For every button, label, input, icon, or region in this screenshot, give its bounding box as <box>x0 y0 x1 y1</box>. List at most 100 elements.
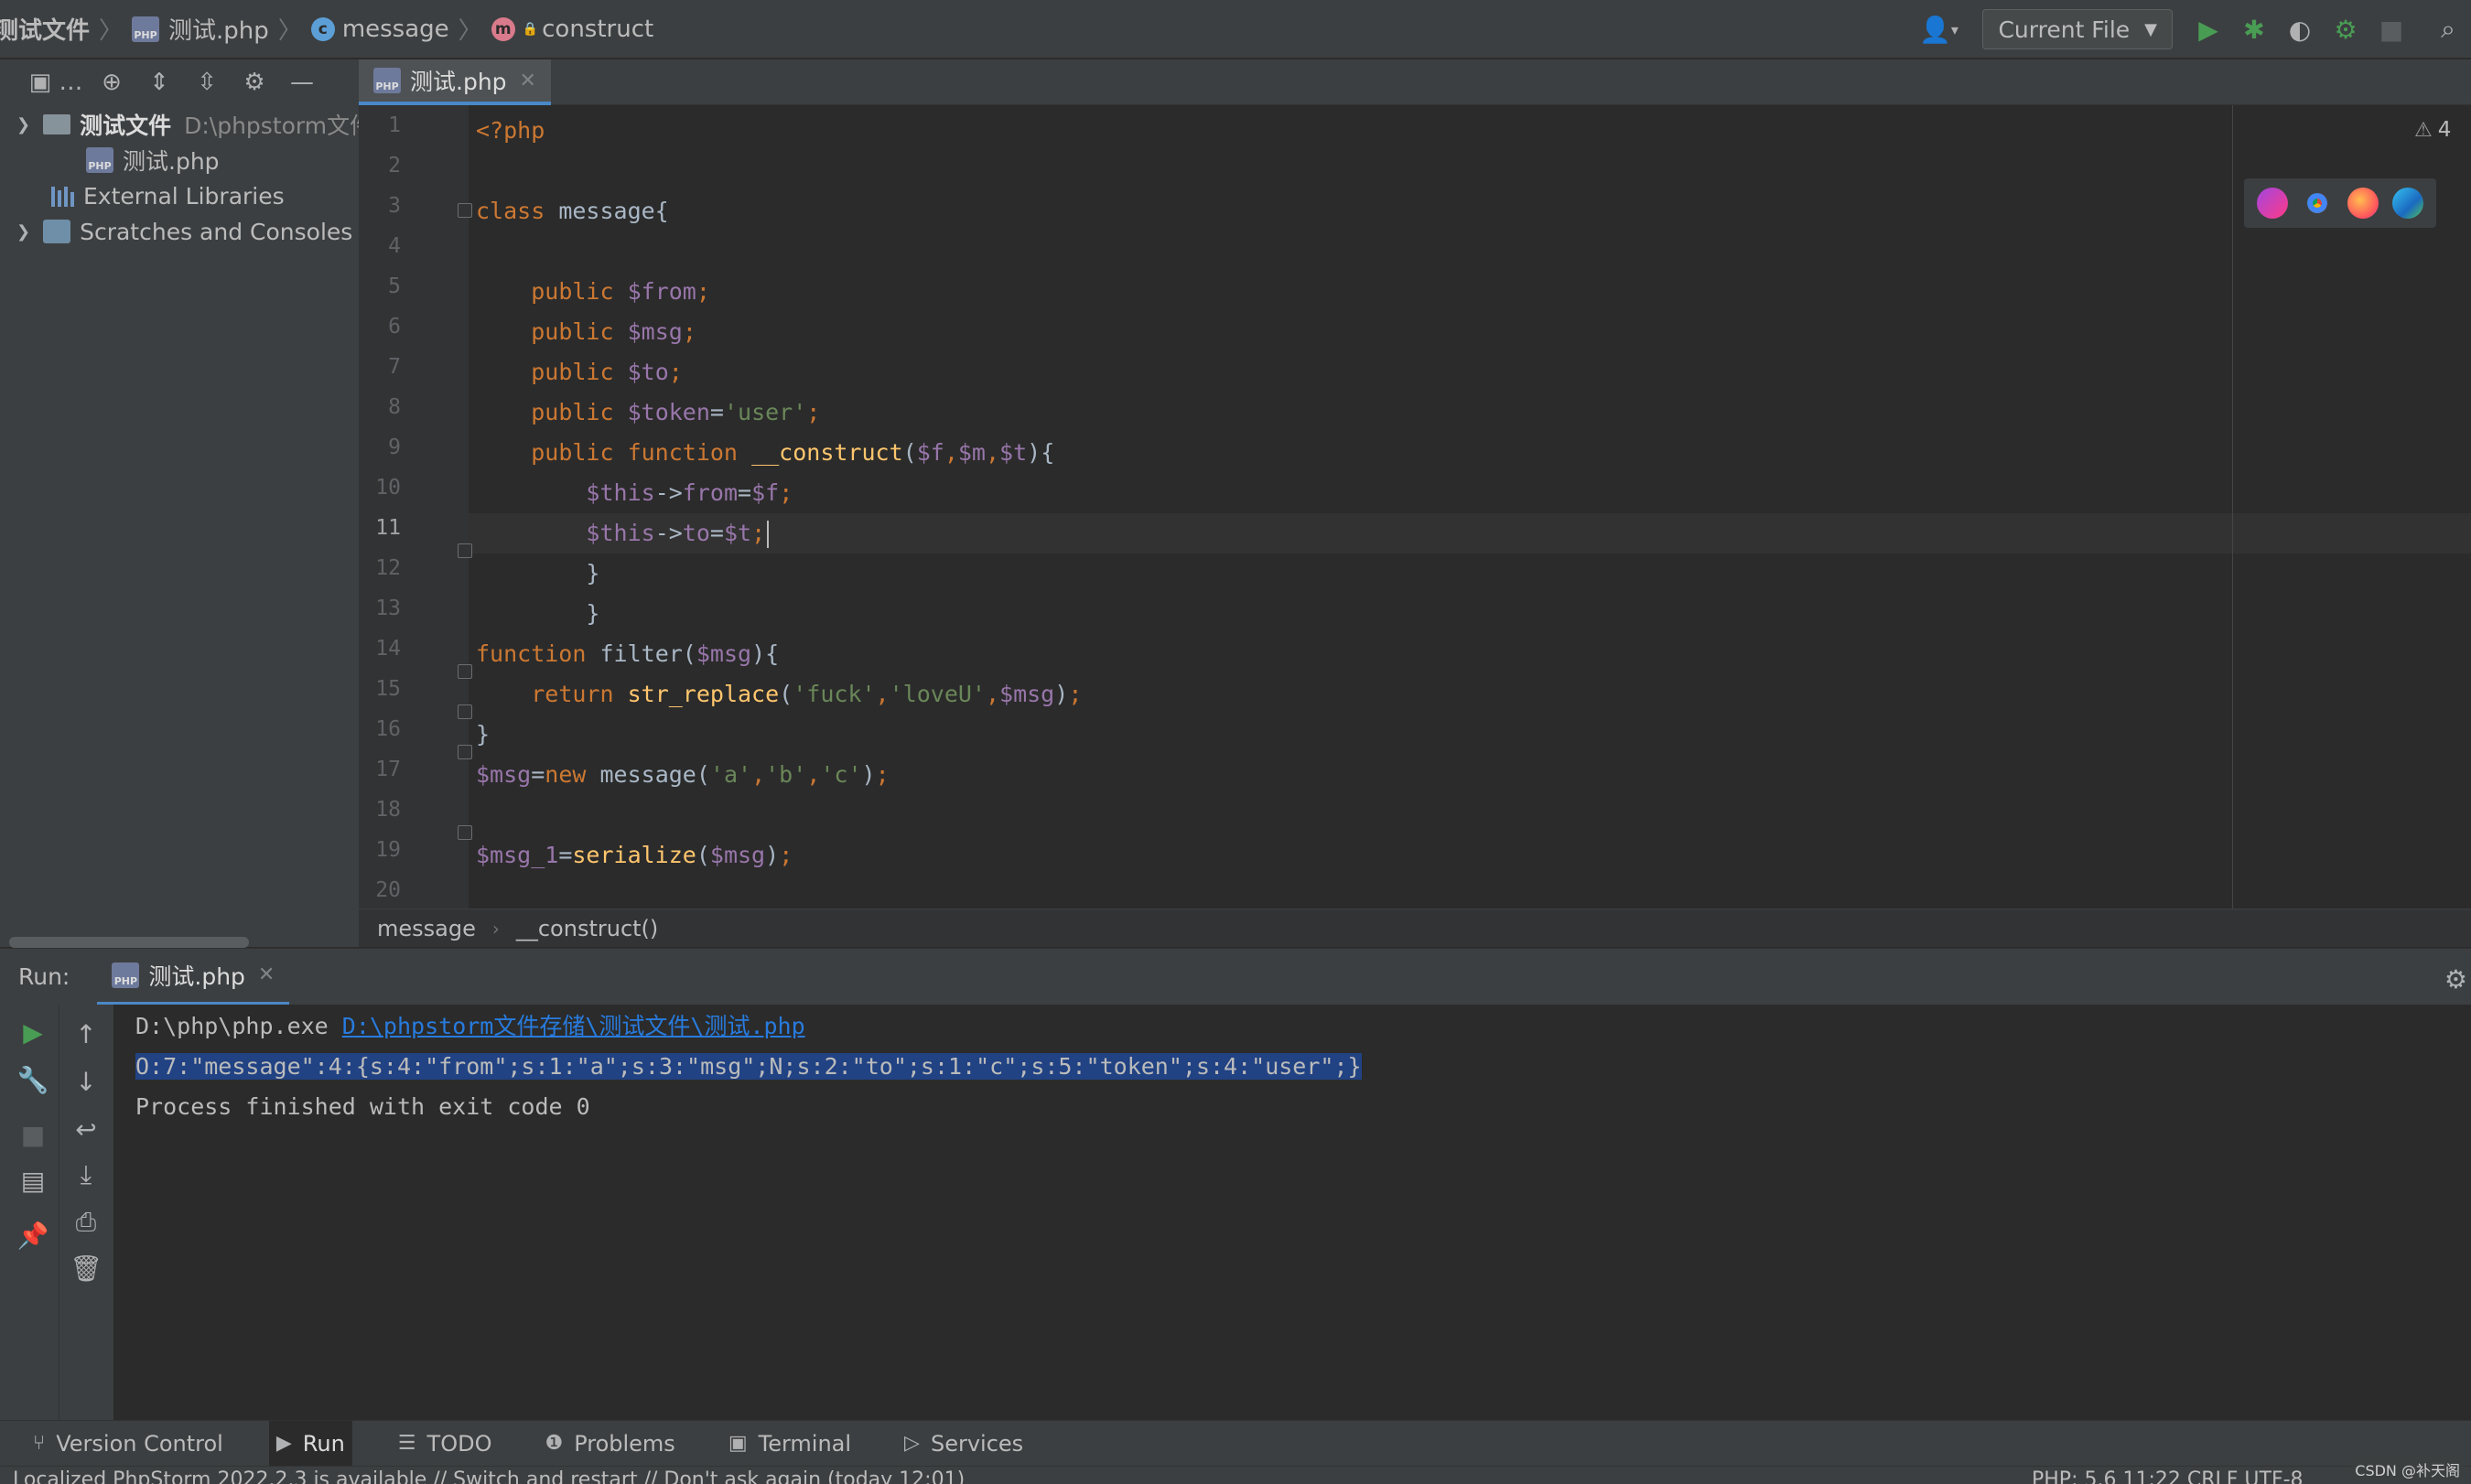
breadcrumb-class[interactable]: c message <box>310 16 449 43</box>
tree-file[interactable]: PHP 测试.php <box>86 143 220 177</box>
line-number[interactable]: 13 <box>359 588 414 629</box>
scroll-to-end-icon[interactable]: ⤓ <box>66 1155 106 1195</box>
firefox-icon[interactable] <box>2347 188 2379 219</box>
tab-test-php[interactable]: PHP 测试.php ✕ <box>359 59 551 105</box>
line-number[interactable]: 6 <box>359 306 414 347</box>
project-view-icon[interactable]: ▣ … <box>24 62 88 102</box>
tool-window-bar: ⑂ Version Control ▶ Run ☰ TODO ❶ Problems ▣ T… <box>0 1420 2471 1467</box>
code-line: public $to; <box>531 359 683 385</box>
chrome-icon[interactable] <box>2302 188 2334 219</box>
line-number[interactable]: 7 <box>359 347 414 387</box>
user-account-icon[interactable]: 👤 ▾ <box>1909 8 1968 50</box>
debug-icon[interactable]: ✱ <box>2233 8 2275 50</box>
line-number[interactable]: 8 <box>359 387 414 427</box>
php-file-icon: PHP <box>132 16 160 42</box>
line-number[interactable]: 12 <box>359 548 414 588</box>
toolwindow-problems[interactable]: ❶ Problems <box>537 1421 682 1467</box>
line-number[interactable]: 17 <box>359 749 414 790</box>
status-message[interactable]: Localized PhpStorm 2022.2.3 is available… <box>13 1468 965 1484</box>
profile-icon[interactable]: ⚙ <box>2325 8 2367 50</box>
line-number[interactable]: 15 <box>359 669 414 709</box>
wrench-icon[interactable]: 🔧 <box>13 1059 53 1100</box>
toolwindow-services[interactable]: ▷ Services <box>897 1421 1030 1467</box>
phpstorm-icon[interactable] <box>2256 188 2288 219</box>
chevron-down-icon: ▼ <box>2144 19 2157 39</box>
trash-icon[interactable]: 🗑 <box>66 1248 106 1288</box>
pin-icon[interactable]: 📌 <box>13 1215 53 1255</box>
close-icon[interactable]: ✕ <box>520 70 536 92</box>
editor-tabs: PHP 测试.php ✕ <box>359 59 2471 105</box>
breadcrumb-class[interactable]: message <box>377 916 476 941</box>
fold-marker[interactable] <box>458 203 472 218</box>
line-number[interactable]: 20 <box>359 870 414 909</box>
chevron-right-icon[interactable]: ❯ <box>16 222 30 242</box>
fold-marker[interactable] <box>458 825 472 840</box>
rerun-icon[interactable]: ▶ <box>13 1012 53 1052</box>
fold-marker[interactable] <box>458 543 472 558</box>
line-number[interactable]: 10 <box>359 468 414 508</box>
code-editor[interactable]: 1 2 3 4 5 6 7 8 9 10 11 12 13 14 15 16 17 18 19 20 <?php cl… <box>359 105 2471 909</box>
line-number[interactable]: 18 <box>359 790 414 830</box>
tree-root-folder[interactable]: ❯ 测试文件 D:\phpstorm文件 <box>16 107 359 142</box>
tree-external-libraries[interactable]: External Libraries <box>51 178 285 213</box>
collapse-all-icon[interactable]: ⇳ <box>183 62 231 102</box>
line-number[interactable]: 14 <box>359 629 414 669</box>
line-number[interactable]: 9 <box>359 427 414 468</box>
run-icon[interactable]: ▶ <box>2187 8 2229 50</box>
stop-icon[interactable]: ■ <box>2370 8 2412 50</box>
toolwindow-terminal[interactable]: ▣ Terminal <box>721 1421 858 1467</box>
line-number[interactable]: 5 <box>359 266 414 306</box>
code-line: class message{ <box>476 198 669 224</box>
breadcrumb-folder[interactable]: 测试文件 <box>0 12 90 46</box>
close-icon[interactable]: ✕ <box>258 963 275 986</box>
line-number[interactable]: 11 <box>359 508 414 548</box>
coverage-icon[interactable]: ◐ <box>2279 8 2321 50</box>
line-number[interactable]: 19 <box>359 830 414 870</box>
php-file-icon: PHP <box>373 68 401 93</box>
gear-icon[interactable]: ⚙ <box>231 62 278 102</box>
code-line: } <box>476 600 600 627</box>
code-line: public $from; <box>531 278 710 305</box>
line-number[interactable]: 4 <box>359 226 414 266</box>
run-console[interactable]: D:\php\php.exe D:\phpstorm文件存储\测试文件\测试.p… <box>113 1005 2471 1420</box>
fold-marker[interactable] <box>458 664 472 679</box>
line-number[interactable]: 3 <box>359 186 414 226</box>
print-icon[interactable]: ⎙ <box>66 1202 106 1242</box>
script-path-link[interactable]: D:\phpstorm文件存储\测试文件\测试.php <box>342 1013 805 1039</box>
code-line: public $msg; <box>531 318 696 345</box>
soft-wrap-icon[interactable]: ↩ <box>66 1109 106 1149</box>
arrow-down-icon[interactable]: ↓ <box>66 1061 106 1102</box>
arrow-up-icon[interactable]: ↑ <box>66 1014 106 1054</box>
code-line: public $token='user'; <box>531 399 821 425</box>
horizontal-scrollbar[interactable] <box>9 937 249 948</box>
toolwindow-run[interactable]: ▶ Run <box>268 1420 352 1467</box>
search-icon[interactable]: ⌕ <box>2427 8 2469 50</box>
breadcrumb-separator: › <box>491 917 500 940</box>
inspection-widget[interactable]: ⚠ 4 <box>2414 118 2451 142</box>
edge-icon[interactable] <box>2392 188 2424 219</box>
line-number[interactable]: 16 <box>359 709 414 749</box>
breadcrumb-file[interactable]: PHP 测试.php <box>132 12 269 46</box>
layout-icon[interactable]: ▤ <box>13 1160 53 1200</box>
gear-icon[interactable]: ⚙ <box>2444 964 2467 995</box>
expand-all-icon[interactable]: ⇕ <box>135 62 183 102</box>
run-configuration-select[interactable]: Current File ▼ <box>1982 9 2173 49</box>
locate-file-icon[interactable]: ⊕ <box>88 62 135 102</box>
toolwindow-version-control[interactable]: ⑂ Version Control <box>26 1421 231 1467</box>
fold-marker[interactable] <box>458 704 472 719</box>
stop-icon[interactable]: ■ <box>13 1114 53 1155</box>
console-command-line: D:\php\php.exe D:\phpstorm文件存储\测试文件\测试.p… <box>135 1013 805 1039</box>
breadcrumb-method[interactable]: m 🔒 construct <box>491 16 653 43</box>
toolwindow-todo[interactable]: ☰ TODO <box>391 1421 500 1467</box>
hide-icon[interactable]: — <box>278 62 326 102</box>
breadcrumb-method[interactable]: __construct() <box>516 916 658 941</box>
tab-run-test-php[interactable]: PHP 测试.php ✕ <box>97 949 290 1005</box>
status-info[interactable]: PHP: 5.6 11:22 CRLF UTF-8 <box>2032 1468 2304 1484</box>
fold-marker[interactable] <box>458 745 472 759</box>
tree-scratches[interactable]: ❯ Scratches and Consoles <box>16 214 352 249</box>
run-icon: ▶ <box>275 1432 292 1455</box>
line-number[interactable]: 1 <box>359 105 414 145</box>
line-number[interactable]: 2 <box>359 145 414 186</box>
code-line: <?php <box>476 117 545 144</box>
chevron-down-icon[interactable]: ❯ <box>16 115 30 134</box>
